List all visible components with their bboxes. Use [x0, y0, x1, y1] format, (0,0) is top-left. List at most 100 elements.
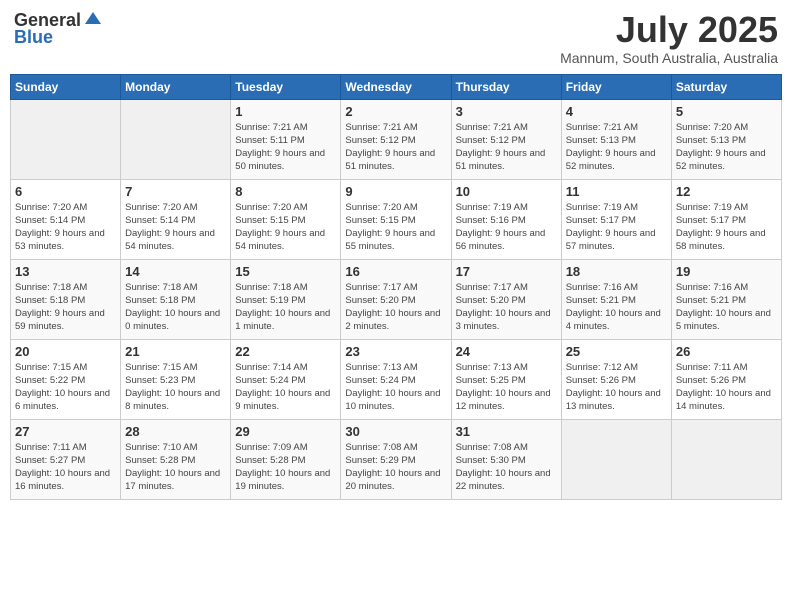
table-row: 21 Sunrise: 7:15 AM Sunset: 5:23 PM Dayli…	[121, 339, 231, 419]
table-row: 12Sunrise: 7:19 AM Sunset: 5:17 PM Dayli…	[671, 179, 781, 259]
table-row: 24 Sunrise: 7:13 AM Sunset: 5:25 PM Dayli…	[451, 339, 561, 419]
col-wednesday: Wednesday	[341, 74, 451, 99]
day-number: 16	[345, 264, 446, 279]
day-info: Sunrise: 7:18 AM Sunset: 5:18 PM Dayligh…	[125, 281, 226, 334]
day-number: 15	[235, 264, 336, 279]
day-info: Sunrise: 7:09 AM Sunset: 5:28 PM Dayligh…	[235, 441, 336, 494]
col-tuesday: Tuesday	[231, 74, 341, 99]
title-block: July 2025 Mannum, South Australia, Austr…	[560, 10, 778, 66]
day-info: Sunrise: 7:20 AM Sunset: 5:14 PM Dayligh…	[125, 201, 226, 254]
table-row: 28Sunrise: 7:10 AM Sunset: 5:28 PM Dayli…	[121, 419, 231, 499]
day-info: Sunrise: 7:14 AM Sunset: 5:24 PM Dayligh…	[235, 361, 336, 414]
table-row: 18 Sunrise: 7:16 AM Sunset: 5:21 PM Dayli…	[561, 259, 671, 339]
day-info: Sunrise: 7:11 AM Sunset: 5:27 PM Dayligh…	[15, 441, 116, 494]
day-number: 28	[125, 424, 226, 439]
page-header: General Blue July 2025 Mannum, South Aus…	[10, 10, 782, 66]
calendar-week-row: 13Sunrise: 7:18 AM Sunset: 5:18 PM Dayli…	[11, 259, 782, 339]
day-info: Sunrise: 7:18 AM Sunset: 5:18 PM Dayligh…	[15, 281, 116, 334]
day-info: Sunrise: 7:15 AM Sunset: 5:22 PM Dayligh…	[15, 361, 116, 414]
calendar-week-row: 1 Sunrise: 7:21 AM Sunset: 5:11 PM Daylig…	[11, 99, 782, 179]
day-number: 5	[676, 104, 777, 119]
day-info: Sunrise: 7:17 AM Sunset: 5:20 PM Dayligh…	[345, 281, 446, 334]
table-row: 31 Sunrise: 7:08 AM Sunset: 5:30 PM Dayli…	[451, 419, 561, 499]
col-monday: Monday	[121, 74, 231, 99]
col-saturday: Saturday	[671, 74, 781, 99]
table-row: 22 Sunrise: 7:14 AM Sunset: 5:24 PM Dayli…	[231, 339, 341, 419]
table-row: 15 Sunrise: 7:18 AM Sunset: 5:19 PM Dayli…	[231, 259, 341, 339]
day-info: Sunrise: 7:16 AM Sunset: 5:21 PM Dayligh…	[566, 281, 667, 334]
day-info: Sunrise: 7:21 AM Sunset: 5:12 PM Dayligh…	[456, 121, 557, 174]
calendar-table: Sunday Monday Tuesday Wednesday Thursday…	[10, 74, 782, 500]
logo-blue-text: Blue	[14, 27, 53, 48]
day-number: 14	[125, 264, 226, 279]
table-row: 17 Sunrise: 7:17 AM Sunset: 5:20 PM Dayli…	[451, 259, 561, 339]
day-number: 29	[235, 424, 336, 439]
table-row: 19 Sunrise: 7:16 AM Sunset: 5:21 PM Dayli…	[671, 259, 781, 339]
day-info: Sunrise: 7:21 AM Sunset: 5:11 PM Dayligh…	[235, 121, 336, 174]
table-row	[11, 99, 121, 179]
table-row: 10 Sunrise: 7:19 AM Sunset: 5:16 PM Dayli…	[451, 179, 561, 259]
day-info: Sunrise: 7:20 AM Sunset: 5:14 PM Dayligh…	[15, 201, 116, 254]
day-number: 10	[456, 184, 557, 199]
table-row: 8Sunrise: 7:20 AM Sunset: 5:15 PM Daylig…	[231, 179, 341, 259]
day-info: Sunrise: 7:08 AM Sunset: 5:30 PM Dayligh…	[456, 441, 557, 494]
day-number: 8	[235, 184, 336, 199]
day-info: Sunrise: 7:19 AM Sunset: 5:17 PM Dayligh…	[566, 201, 667, 254]
day-info: Sunrise: 7:11 AM Sunset: 5:26 PM Dayligh…	[676, 361, 777, 414]
table-row: 25 Sunrise: 7:12 AM Sunset: 5:26 PM Dayli…	[561, 339, 671, 419]
day-number: 26	[676, 344, 777, 359]
table-row: 14 Sunrise: 7:18 AM Sunset: 5:18 PM Dayli…	[121, 259, 231, 339]
day-number: 9	[345, 184, 446, 199]
table-row: 9Sunrise: 7:20 AM Sunset: 5:15 PM Daylig…	[341, 179, 451, 259]
day-number: 17	[456, 264, 557, 279]
day-number: 27	[15, 424, 116, 439]
day-info: Sunrise: 7:13 AM Sunset: 5:24 PM Dayligh…	[345, 361, 446, 414]
day-info: Sunrise: 7:18 AM Sunset: 5:19 PM Dayligh…	[235, 281, 336, 334]
table-row: 20 Sunrise: 7:15 AM Sunset: 5:22 PM Dayli…	[11, 339, 121, 419]
table-row: 11 Sunrise: 7:19 AM Sunset: 5:17 PM Dayli…	[561, 179, 671, 259]
table-row	[121, 99, 231, 179]
day-number: 4	[566, 104, 667, 119]
day-number: 2	[345, 104, 446, 119]
day-number: 24	[456, 344, 557, 359]
day-info: Sunrise: 7:15 AM Sunset: 5:23 PM Dayligh…	[125, 361, 226, 414]
day-number: 18	[566, 264, 667, 279]
day-number: 6	[15, 184, 116, 199]
table-row: 6 Sunrise: 7:20 AM Sunset: 5:14 PM Daylig…	[11, 179, 121, 259]
day-number: 3	[456, 104, 557, 119]
day-info: Sunrise: 7:19 AM Sunset: 5:16 PM Dayligh…	[456, 201, 557, 254]
calendar-week-row: 20 Sunrise: 7:15 AM Sunset: 5:22 PM Dayli…	[11, 339, 782, 419]
day-number: 20	[15, 344, 116, 359]
table-row: 1 Sunrise: 7:21 AM Sunset: 5:11 PM Daylig…	[231, 99, 341, 179]
table-row	[561, 419, 671, 499]
table-row: 16 Sunrise: 7:17 AM Sunset: 5:20 PM Dayli…	[341, 259, 451, 339]
table-row	[671, 419, 781, 499]
day-info: Sunrise: 7:08 AM Sunset: 5:29 PM Dayligh…	[345, 441, 446, 494]
day-info: Sunrise: 7:21 AM Sunset: 5:12 PM Dayligh…	[345, 121, 446, 174]
logo-icon	[83, 10, 103, 30]
day-number: 21	[125, 344, 226, 359]
day-info: Sunrise: 7:21 AM Sunset: 5:13 PM Dayligh…	[566, 121, 667, 174]
day-info: Sunrise: 7:16 AM Sunset: 5:21 PM Dayligh…	[676, 281, 777, 334]
day-number: 31	[456, 424, 557, 439]
table-row: 13Sunrise: 7:18 AM Sunset: 5:18 PM Dayli…	[11, 259, 121, 339]
day-number: 25	[566, 344, 667, 359]
table-row: 4 Sunrise: 7:21 AM Sunset: 5:13 PM Daylig…	[561, 99, 671, 179]
table-row: 29 Sunrise: 7:09 AM Sunset: 5:28 PM Dayli…	[231, 419, 341, 499]
day-number: 22	[235, 344, 336, 359]
calendar-header-row: Sunday Monday Tuesday Wednesday Thursday…	[11, 74, 782, 99]
calendar-week-row: 27 Sunrise: 7:11 AM Sunset: 5:27 PM Dayli…	[11, 419, 782, 499]
col-thursday: Thursday	[451, 74, 561, 99]
table-row: 23Sunrise: 7:13 AM Sunset: 5:24 PM Dayli…	[341, 339, 451, 419]
calendar-week-row: 6 Sunrise: 7:20 AM Sunset: 5:14 PM Daylig…	[11, 179, 782, 259]
table-row: 27 Sunrise: 7:11 AM Sunset: 5:27 PM Dayli…	[11, 419, 121, 499]
table-row: 30Sunrise: 7:08 AM Sunset: 5:29 PM Dayli…	[341, 419, 451, 499]
table-row: 7Sunrise: 7:20 AM Sunset: 5:14 PM Daylig…	[121, 179, 231, 259]
day-info: Sunrise: 7:12 AM Sunset: 5:26 PM Dayligh…	[566, 361, 667, 414]
col-sunday: Sunday	[11, 74, 121, 99]
day-info: Sunrise: 7:17 AM Sunset: 5:20 PM Dayligh…	[456, 281, 557, 334]
day-number: 19	[676, 264, 777, 279]
day-info: Sunrise: 7:13 AM Sunset: 5:25 PM Dayligh…	[456, 361, 557, 414]
day-number: 1	[235, 104, 336, 119]
day-number: 11	[566, 184, 667, 199]
